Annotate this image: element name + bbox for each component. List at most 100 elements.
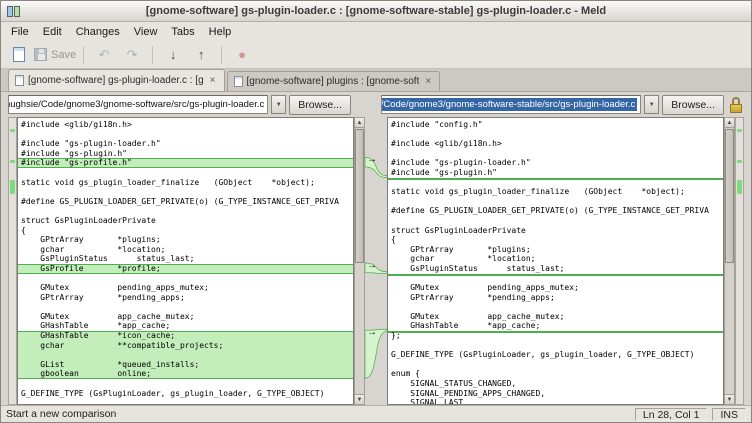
code-line: static void gs_plugin_loader_finalize (G…: [388, 187, 723, 197]
toolbar-separator: [83, 46, 84, 64]
code-line: {: [18, 226, 353, 236]
arrow-down-icon: ↓: [170, 48, 177, 61]
code-line: [18, 206, 353, 216]
code-line: #include <glib/gi18n.h>: [388, 139, 723, 149]
code-line: GPtrArray *plugins;: [18, 235, 353, 245]
new-comparison-button[interactable]: [6, 43, 32, 67]
scroll-up-icon[interactable]: ▲: [355, 118, 364, 128]
code-line: #include "gs-plugin.h": [388, 168, 723, 178]
menu-help[interactable]: Help: [202, 24, 239, 40]
browse-button-right[interactable]: Browse...: [662, 95, 724, 115]
scrollbar-thumb[interactable]: [725, 129, 734, 263]
save-button[interactable]: Save: [34, 43, 76, 67]
diff-map-right[interactable]: [735, 117, 744, 405]
next-change-button[interactable]: ↓: [160, 43, 186, 67]
code-line: GHashTable *app_cache;: [388, 321, 723, 331]
tab-label: [gnome-software] plugins : [gnome-soft: [247, 76, 420, 87]
menu-edit[interactable]: Edit: [36, 24, 69, 40]
code-line: GsPluginStatus status_last;: [388, 264, 723, 274]
close-icon[interactable]: ×: [208, 76, 218, 86]
code-line: gchar *location;: [388, 254, 723, 264]
code-line: static void gs_plugin_loader_finalize (G…: [18, 178, 353, 188]
meld-window: [gnome-software] gs-plugin-loader.c : [g…: [0, 0, 752, 423]
code-pane-left[interactable]: #include <glib/gi18n.h> #include "gs-plu…: [17, 117, 354, 405]
code-line: #include "gs-plugin-loader.h": [18, 139, 353, 149]
new-document-icon: [13, 47, 25, 62]
scrollbar-left[interactable]: ▲ ▼: [354, 117, 365, 405]
code-line: GPtrArray *plugins;: [388, 245, 723, 255]
diff-map-mark: [10, 129, 15, 132]
merge-right-arrow-icon[interactable]: →: [367, 155, 377, 165]
code-line: #include "gs-plugin.h": [18, 149, 353, 159]
code-line: };: [388, 331, 723, 341]
code-line: [18, 379, 353, 389]
close-icon[interactable]: ×: [423, 77, 433, 87]
menu-changes[interactable]: Changes: [69, 24, 127, 40]
file-selector-row: me/hughsie/Code/gnome3/gnome-software/sr…: [1, 92, 751, 117]
browse-button-left[interactable]: Browse...: [289, 95, 351, 115]
diff-map-left[interactable]: [8, 117, 17, 405]
code-line: [388, 360, 723, 370]
code-line: [18, 168, 353, 178]
file-icon: [15, 75, 24, 86]
code-line: GMutex app_cache_mutex;: [18, 312, 353, 322]
menu-file[interactable]: File: [4, 24, 36, 40]
code-line: SIGNAL_PENDING_APPS_CHANGED,: [388, 389, 723, 399]
code-line: GList *queued_installs;: [18, 360, 353, 370]
scroll-down-icon[interactable]: ▼: [725, 394, 734, 404]
previous-change-button[interactable]: ↑: [188, 43, 214, 67]
menu-tabs[interactable]: Tabs: [164, 24, 201, 40]
code-line: enum {: [388, 369, 723, 379]
lock-icon[interactable]: [728, 96, 744, 114]
tab-comparison-plugins[interactable]: [gnome-software] plugins : [gnome-soft ×: [227, 71, 441, 91]
diff-map-mark: [737, 129, 742, 132]
merge-right-arrow-icon[interactable]: →: [367, 261, 377, 271]
file-path-entry-right[interactable]: hsie/Code/gnome3/gnome-software-stable/s…: [381, 95, 641, 114]
redo-button[interactable]: ↷: [119, 43, 145, 67]
file-selector-left: me/hughsie/Code/gnome3/gnome-software/sr…: [8, 95, 351, 115]
cursor-position: Ln 28, Col 1: [635, 408, 708, 421]
file-path-entry-left[interactable]: me/hughsie/Code/gnome3/gnome-software/sr…: [8, 95, 268, 114]
tab-comparison-loader[interactable]: [gnome-software] gs-plugin-loader.c : [g…: [8, 69, 225, 91]
code-line: G_DEFINE_TYPE (GsPluginLoader, gs_plugin…: [388, 350, 723, 360]
file-combo-button-right[interactable]: ▼: [644, 95, 659, 114]
file-path-text: me/hughsie/Code/gnome3/gnome-software/sr…: [8, 99, 264, 110]
chevron-down-icon: ▼: [649, 102, 655, 108]
merge-right-arrow-icon[interactable]: →: [367, 328, 377, 338]
code-line: [18, 302, 353, 312]
code-line: [388, 216, 723, 226]
code-line: GsProfile *profile;: [18, 264, 353, 274]
tab-label: [gnome-software] gs-plugin-loader.c : [g: [28, 75, 204, 86]
code-line: GHashTable *app_cache;: [18, 321, 353, 331]
menu-view[interactable]: View: [127, 24, 165, 40]
diff-map-mark: [10, 180, 15, 194]
code-line: struct GsPluginLoaderPrivate: [388, 226, 723, 236]
code-line: G_DEFINE_TYPE (GsPluginLoader, gs_plugin…: [18, 389, 353, 399]
record-circle-icon: ●: [238, 48, 246, 61]
code-line: [388, 130, 723, 140]
chevron-down-icon: ▼: [276, 102, 282, 108]
scrollbar-right[interactable]: ▲ ▼: [724, 117, 735, 405]
scroll-down-icon[interactable]: ▼: [355, 394, 364, 404]
code-line: [18, 350, 353, 360]
code-line: [18, 130, 353, 140]
scroll-up-icon[interactable]: ▲: [725, 118, 734, 128]
stop-button[interactable]: ●: [229, 43, 255, 67]
undo-button[interactable]: ↶: [91, 43, 117, 67]
code-line: gboolean online;: [18, 369, 353, 379]
titlebar: [gnome-software] gs-plugin-loader.c : [g…: [1, 1, 751, 22]
code-view-right: #include "config.h" #include <glib/gi18n…: [388, 118, 723, 405]
code-pane-right[interactable]: #include "config.h" #include <glib/gi18n…: [387, 117, 724, 405]
file-path-text-selected: hsie/Code/gnome3/gnome-software-stable/s…: [381, 98, 637, 111]
code-line: [388, 341, 723, 351]
diff-map-mark: [737, 180, 742, 194]
scrollbar-thumb[interactable]: [355, 129, 364, 263]
file-combo-button-left[interactable]: ▼: [271, 95, 286, 114]
code-line: [18, 187, 353, 197]
comparison-area: #include <glib/gi18n.h> #include "gs-plu…: [1, 117, 751, 405]
diff-map-mark: [737, 160, 742, 163]
code-line: gchar *location;: [18, 245, 353, 255]
status-message: Start a new comparison: [6, 408, 116, 420]
redo-icon: ↷: [127, 48, 138, 61]
code-line: [388, 274, 723, 284]
